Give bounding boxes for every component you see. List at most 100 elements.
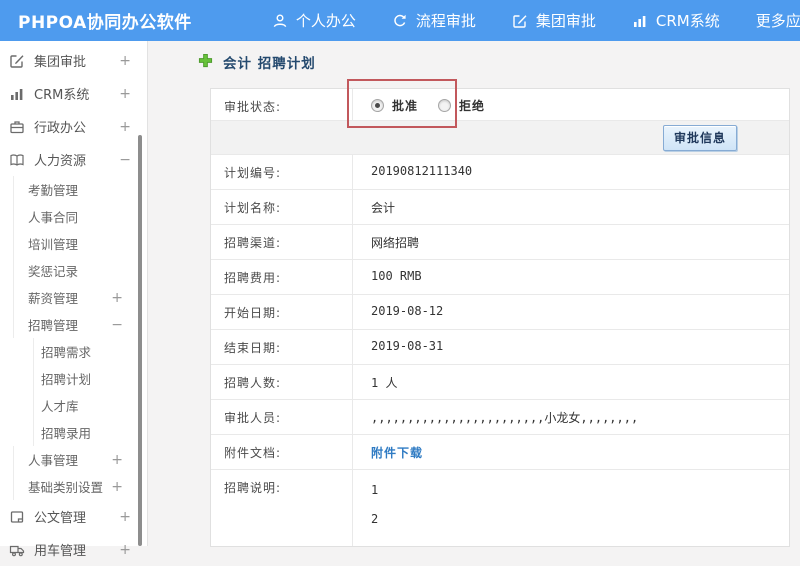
sidebar-item-salary-mgmt[interactable]: 薪资管理 + — [13, 284, 147, 311]
field-label: 结束日期: — [211, 330, 353, 364]
field-rows: 计划编号: 20190812111340 计划名称: 会计 招聘渠道: 网络招聘 招聘费用:… — [211, 155, 789, 546]
approval-status-options: 批准 拒绝 — [353, 89, 789, 120]
sidebar-item-label: 人事合同 — [28, 210, 79, 225]
sidebar-item-recruit-demand[interactable]: 招聘需求 — [33, 338, 147, 365]
nav-item-personal-office[interactable]: 个人办公 — [272, 10, 356, 31]
nav-item-group-approval[interactable]: 集团审批 — [512, 10, 596, 31]
expand-icon[interactable]: + — [111, 452, 123, 468]
form-table: 审批状态: 批准 拒绝 审批信息 计划编号: 20190812111340 计划名称… — [210, 88, 790, 547]
radio-reject-label[interactable]: 拒绝 — [459, 97, 485, 114]
field-value-text: ,,,,,,,,,,,,,,,,,,,,,,,,小龙女,,,,,,,, — [371, 411, 639, 425]
plus-icon — [198, 53, 213, 71]
field-row-recruit-channel: 招聘渠道: 网络招聘 — [211, 225, 789, 260]
field-label: 招聘人数: — [211, 365, 353, 399]
nav-item-process-approval[interactable]: 流程审批 — [392, 10, 476, 31]
sidebar-item-label: 招聘录用 — [41, 426, 92, 441]
sidebar-item-label: 人力资源 — [34, 154, 87, 169]
expand-icon[interactable]: + — [119, 53, 131, 69]
edit-square-icon — [512, 13, 528, 29]
sidebar-item-label: 培训管理 — [28, 237, 79, 252]
field-label: 审批状态: — [211, 89, 353, 120]
nav-item-label: 更多应用 — [755, 12, 800, 30]
nav-item-more-apps[interactable]: 更多应用 — [756, 10, 800, 31]
sidebar-item-label: 招聘管理 — [28, 318, 79, 333]
user-icon — [272, 13, 288, 29]
field-row-attachment: 附件文档: 附件下载 — [211, 435, 789, 470]
sidebar-item-admin-office[interactable]: 行政办公 + — [0, 110, 147, 143]
sidebar-item-label: 行政办公 — [34, 121, 87, 136]
field-row-recruit-description: 招聘说明: 1 2 — [211, 470, 789, 546]
sidebar-item-crm-system[interactable]: CRM系统 + — [0, 77, 147, 110]
sidebar-scrollbar[interactable] — [138, 135, 142, 546]
field-value: 2019-08-31 — [353, 330, 789, 364]
field-label: 附件文档: — [211, 435, 353, 469]
sidebar-item-base-category-settings[interactable]: 基础类别设置 + — [13, 473, 147, 500]
expand-icon[interactable]: + — [119, 86, 131, 102]
approval-status-row: 审批状态: 批准 拒绝 — [211, 89, 789, 121]
radio-reject[interactable] — [438, 98, 452, 112]
attachment-download-link[interactable]: 附件下载 — [371, 446, 423, 460]
expand-icon[interactable]: + — [119, 119, 131, 135]
field-value: 会计 — [353, 190, 789, 224]
sidebar-item-attendance-mgmt[interactable]: 考勤管理 — [13, 176, 147, 203]
sidebar-item-label: 招聘计划 — [41, 372, 92, 387]
field-value: 1 人 — [353, 365, 789, 399]
sidebar-item-label: 薪资管理 — [28, 291, 79, 306]
field-label: 开始日期: — [211, 295, 353, 329]
sidebar-item-label: 奖惩记录 — [28, 264, 79, 279]
sidebar-item-label: 考勤管理 — [28, 183, 79, 198]
field-value-text: 会计 — [371, 201, 396, 215]
radio-approve[interactable] — [371, 98, 384, 112]
collapse-icon[interactable]: − — [119, 152, 131, 168]
field-value-text: 1 人 — [371, 376, 398, 390]
sidebar-item-recruit-hiring[interactable]: 招聘录用 — [33, 419, 147, 446]
sidebar-item-talent-pool[interactable]: 人才库 — [33, 392, 147, 419]
edit-square-icon — [9, 53, 25, 69]
page-title: 会计 招聘计划 — [223, 56, 316, 72]
expand-icon[interactable]: + — [111, 290, 123, 306]
sidebar-item-label: 人才库 — [41, 399, 79, 414]
approval-info-button[interactable]: 审批信息 — [662, 124, 737, 151]
sidebar-item-label: 招聘需求 — [41, 345, 92, 360]
expand-icon[interactable]: + — [119, 542, 131, 558]
document-icon — [9, 509, 25, 525]
field-row-start-date: 开始日期: 2019-08-12 — [211, 295, 789, 330]
sidebar-item-document-mgmt[interactable]: 公文管理 + — [0, 500, 147, 533]
approval-button-row: 审批信息 — [211, 121, 789, 155]
field-label: 招聘说明: — [211, 470, 353, 546]
field-row-recruit-cost: 招聘费用: 100 RMB — [211, 260, 789, 295]
collapse-icon[interactable]: − — [111, 317, 123, 333]
description-line: 2 — [371, 512, 379, 526]
sidebar-item-recruit-plan[interactable]: 招聘计划 — [33, 365, 147, 392]
nav-item-crm-system[interactable]: CRM系统 — [632, 10, 720, 31]
sidebar-item-vehicle-mgmt[interactable]: 用车管理 + — [0, 533, 147, 566]
field-label: 计划名称: — [211, 190, 353, 224]
sidebar-item-group-approval[interactable]: 集团审批 + — [0, 44, 147, 77]
sidebar-item-hr-contract[interactable]: 人事合同 — [13, 203, 147, 230]
sidebar-item-label: 集团审批 — [34, 55, 87, 70]
field-value: 附件下载 — [353, 435, 789, 469]
expand-icon[interactable]: + — [111, 479, 123, 495]
field-value-text: 网络招聘 — [371, 236, 420, 250]
sidebar-item-recruit-mgmt[interactable]: 招聘管理 − — [13, 311, 147, 338]
field-value: 2019-08-12 — [353, 295, 789, 329]
field-label: 计划编号: — [211, 155, 353, 189]
top-bar: PHPOA协同办公软件 个人办公 流程审批 集团审批 CRM系统 更多应用 — [0, 0, 800, 41]
field-row-approvers: 审批人员: ,,,,,,,,,,,,,,,,,,,,,,,,小龙女,,,,,,,, — [211, 400, 789, 435]
field-value-text: 100 RMB — [371, 269, 422, 283]
radio-approve-label[interactable]: 批准 — [392, 97, 418, 114]
sidebar-item-human-resources[interactable]: 人力资源 − — [0, 143, 147, 176]
top-nav: 个人办公 流程审批 集团审批 CRM系统 更多应用 — [272, 10, 800, 31]
expand-icon[interactable]: + — [119, 509, 131, 525]
truck-icon — [9, 542, 25, 558]
sidebar-item-label: 基础类别设置 — [28, 480, 104, 495]
field-value-text: 2019-08-12 — [371, 304, 444, 318]
sidebar-item-label: 用车管理 — [34, 544, 87, 559]
sidebar-item-personnel-mgmt[interactable]: 人事管理 + — [13, 446, 147, 473]
nav-item-label: 个人办公 — [295, 12, 356, 30]
field-value: 12 — [353, 470, 789, 546]
field-value: 100 RMB — [353, 260, 789, 294]
sidebar-item-training-mgmt[interactable]: 培训管理 — [13, 230, 147, 257]
sidebar-item-reward-punish-records[interactable]: 奖惩记录 — [13, 257, 147, 284]
field-value-text: 2019-08-31 — [371, 339, 444, 353]
